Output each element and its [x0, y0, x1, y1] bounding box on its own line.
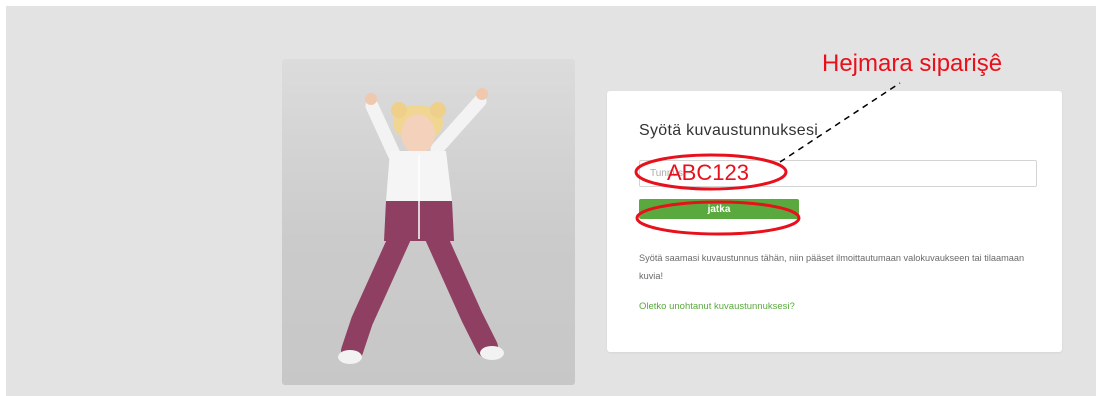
continue-button[interactable]: jatka — [639, 199, 799, 219]
annotation-label: Hejmara siparişê — [822, 50, 1003, 77]
page-title: Syötä kuvaustunnuksesi — [639, 122, 819, 139]
hero-photo — [282, 59, 575, 385]
jumping-child-illustration — [338, 88, 504, 364]
login-card: Syötä kuvaustunnuksesi jatka Syötä saama… — [607, 91, 1062, 352]
forgot-code-link[interactable]: Oletko unohtanut kuvaustunnuksesi? — [639, 301, 795, 312]
help-text: Syötä saamasi kuvaustunnus tähän, niin p… — [639, 253, 1025, 281]
annotation-example-code: ABC123 — [667, 160, 749, 185]
